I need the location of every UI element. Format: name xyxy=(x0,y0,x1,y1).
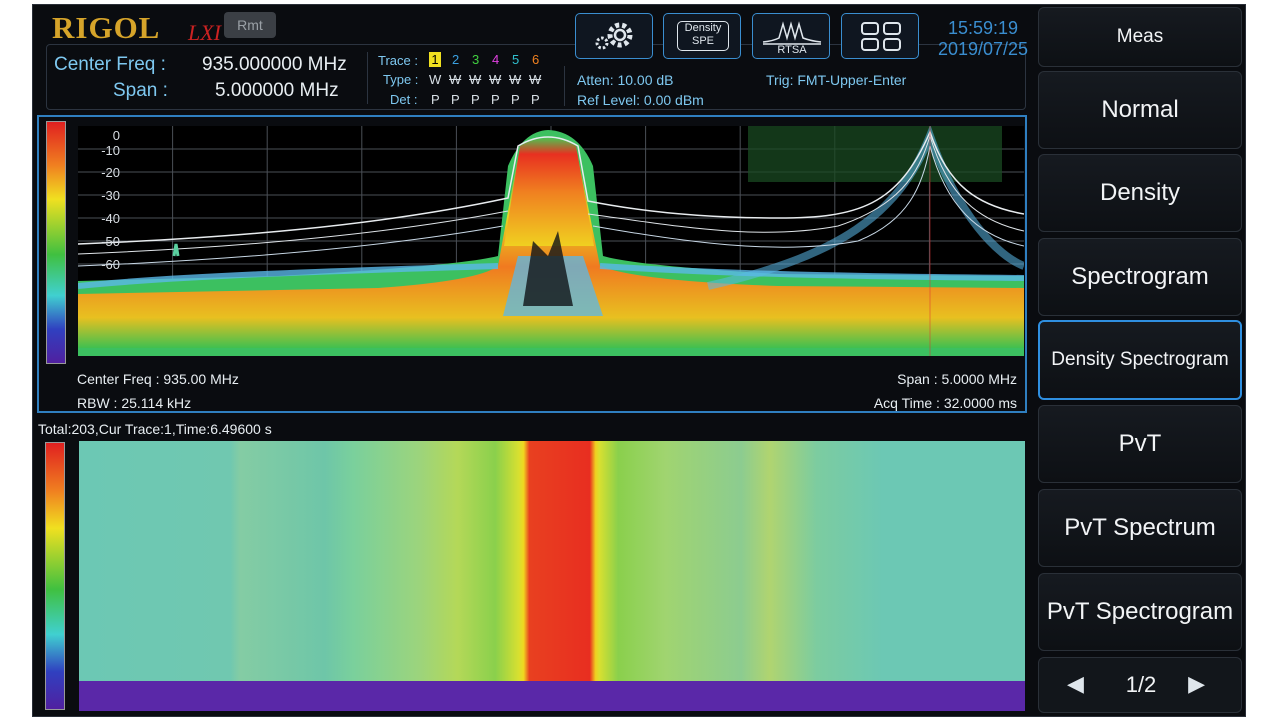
rigol-logo: RIGOL xyxy=(52,10,161,45)
menu-normal-button[interactable]: Normal xyxy=(1038,71,1242,149)
trace-type-3: W xyxy=(469,72,482,87)
layout-button[interactable] xyxy=(841,13,919,59)
trace-det-5: P xyxy=(511,92,520,107)
page-indicator: 1/2 xyxy=(1125,672,1157,697)
det-label: Det : xyxy=(390,92,418,107)
spectrogram-colorbar xyxy=(45,442,65,710)
trace-3[interactable]: 3 xyxy=(472,52,479,67)
trace-6[interactable]: 6 xyxy=(532,52,539,67)
density-label: Density xyxy=(684,22,722,34)
menu-pager: ◀ 1/2 ▶ xyxy=(1038,657,1242,713)
y-tick-40: -40 xyxy=(101,211,120,226)
menu-pvt-button[interactable]: PvT xyxy=(1038,405,1242,483)
lxi-logo: LXI xyxy=(188,20,221,45)
rtsa-label: RTSA xyxy=(777,44,807,56)
plot-span: Span : 5.0000 MHz xyxy=(897,371,1017,387)
y-tick-0: 0 xyxy=(112,128,120,143)
trace-type-5: W xyxy=(509,72,522,87)
trace-type-2: W xyxy=(449,72,462,87)
trace-2[interactable]: 2 xyxy=(452,52,459,67)
density-colorbar xyxy=(46,121,66,364)
remote-indicator: Rmt xyxy=(224,12,276,38)
clock-time: 15:59:19 xyxy=(947,18,1019,38)
clock-date: 2019/07/25 xyxy=(937,39,1029,59)
meas-menu-title[interactable]: Meas xyxy=(1038,7,1242,67)
trace-type-6: W xyxy=(529,72,542,87)
trace-type-1: W xyxy=(429,72,442,87)
spectrogram-waterfall[interactable] xyxy=(79,441,1025,681)
clock: 15:59:19 2019/07/25 xyxy=(933,18,1033,60)
trace-det-4: P xyxy=(491,92,500,107)
trace-det-3: P xyxy=(471,92,480,107)
center-freq-value[interactable]: 935.000000 MHz xyxy=(202,54,347,76)
spectrogram-status: Total:203,Cur Trace:1,Time:6.49600 s xyxy=(38,421,272,437)
type-label: Type : xyxy=(383,72,419,87)
trace-det-1: P xyxy=(431,92,440,107)
y-tick-60: -60 xyxy=(101,257,120,272)
center-freq-label: Center Freq : xyxy=(54,54,166,75)
trace-type-4: W xyxy=(489,72,502,87)
y-tick-50: -50 xyxy=(101,234,120,249)
trace-5[interactable]: 5 xyxy=(512,52,519,67)
trace-det-2: P xyxy=(451,92,460,107)
density-spe-button[interactable]: Density SPE xyxy=(663,13,741,59)
density-spectrum-graph[interactable] xyxy=(78,126,1024,356)
trace-4[interactable]: 4 xyxy=(492,52,499,67)
gear-icon xyxy=(595,22,633,50)
trace-label: Trace : xyxy=(378,53,418,68)
plot-center-freq: Center Freq : 935.00 MHz xyxy=(77,371,239,387)
spe-label: SPE xyxy=(691,35,714,47)
atten-readout: Atten: 10.00 dB xyxy=(577,72,674,88)
menu-density-spectrogram-button[interactable]: Density Spectrogram xyxy=(1038,320,1242,400)
y-tick-20: -20 xyxy=(101,165,120,180)
plot-rbw: RBW : 25.114 kHz xyxy=(77,395,192,411)
plot-acq-time: Acq Time : 32.0000 ms xyxy=(873,395,1017,411)
ref-level-readout: Ref Level: 0.00 dBm xyxy=(577,92,704,108)
page-next-icon[interactable]: ▶ xyxy=(1188,671,1205,697)
trigger-mask-region xyxy=(748,126,1002,182)
spectrogram-empty-band xyxy=(79,681,1025,711)
span-value[interactable]: 5.000000 MHz xyxy=(215,80,339,102)
settings-button[interactable] xyxy=(575,13,653,59)
y-tick-30: -30 xyxy=(101,188,120,203)
menu-pvt-spectrogram-button[interactable]: PvT Spectrogram xyxy=(1038,573,1242,651)
menu-spectrogram-button[interactable]: Spectrogram xyxy=(1038,238,1242,316)
trace-det-6: P xyxy=(531,92,540,107)
y-tick-10: -10 xyxy=(101,143,120,158)
grid-icon xyxy=(861,22,901,51)
menu-pvt-spectrum-button[interactable]: PvT Spectrum xyxy=(1038,489,1242,567)
rtsa-button[interactable]: RTSA xyxy=(752,13,830,59)
span-label: Span : xyxy=(113,80,168,101)
menu-density-button[interactable]: Density xyxy=(1038,154,1242,232)
trigger-readout: Trig: FMT-Upper-Enter xyxy=(766,72,907,88)
trace-1[interactable]: 1 xyxy=(429,52,441,67)
